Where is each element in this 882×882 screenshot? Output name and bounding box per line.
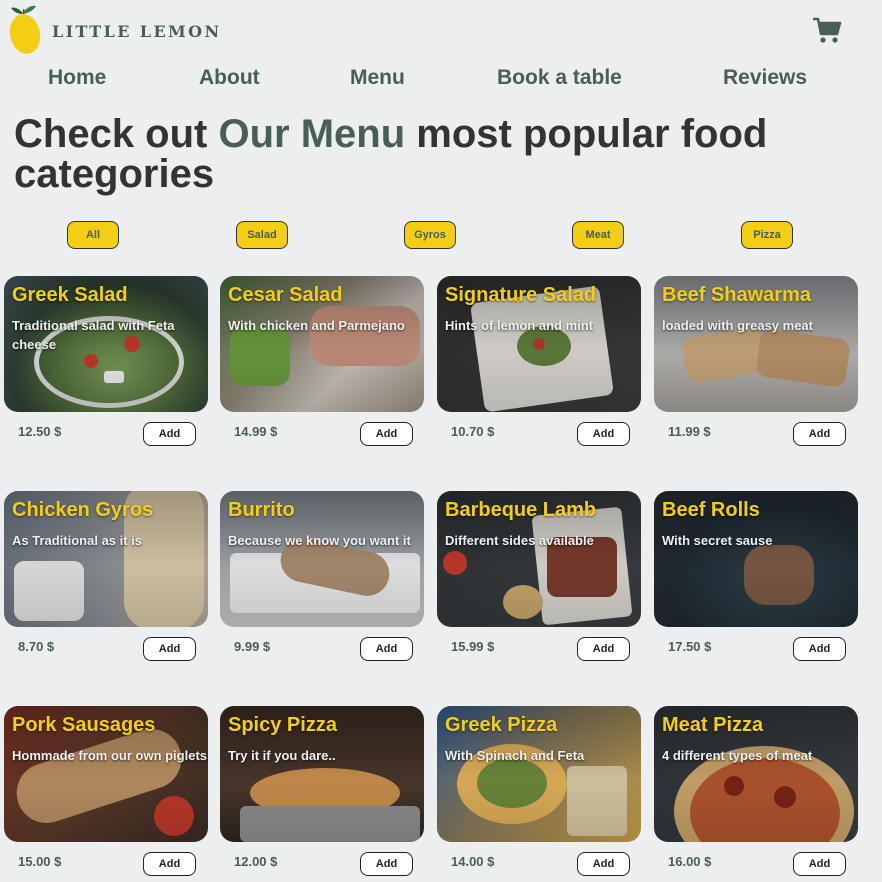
menu-card-beef-rolls[interactable]: Beef Rolls With secret sause (654, 491, 858, 627)
add-button-chicken-gyros[interactable]: Add (143, 637, 196, 661)
add-button-beef-rolls[interactable]: Add (793, 637, 846, 661)
menu-card-title: Burrito (228, 499, 295, 521)
menu-price: 14.99 $ (234, 424, 278, 439)
menu-card-description: Different sides available (445, 533, 594, 548)
add-button-cesar-salad[interactable]: Add (360, 422, 413, 446)
menu-card-description: With chicken and Parmejano (228, 318, 405, 333)
menu-price: 12.00 $ (234, 854, 278, 869)
menu-card-pork-sausages[interactable]: Pork Sausages Hommade from our own pigle… (4, 706, 208, 842)
filter-gyros-button[interactable]: Gyros (404, 221, 456, 249)
headline-part-1: Check out (14, 112, 219, 156)
menu-card-description: Traditional salad with Feta cheese (12, 318, 175, 352)
filter-meat-button[interactable]: Meat (572, 221, 624, 249)
menu-card-burrito[interactable]: Burrito Because we know you want it (220, 491, 424, 627)
menu-card-barbeque-lamb[interactable]: Barbeque Lamb Different sides available (437, 491, 641, 627)
menu-card-description: Try it if you dare.. (228, 748, 336, 763)
menu-card-spicy-pizza[interactable]: Spicy Pizza Try it if you dare.. (220, 706, 424, 842)
menu-price: 15.99 $ (451, 639, 495, 654)
cart-icon[interactable] (812, 16, 842, 44)
menu-card-meat-pizza[interactable]: Meat Pizza 4 different types of meat (654, 706, 858, 842)
nav-menu[interactable]: Menu (350, 66, 405, 90)
menu-price: 15.00 $ (18, 854, 62, 869)
menu-card-beef-shawarma[interactable]: Beef Shawarma loaded with greasy meat (654, 276, 858, 412)
menu-card-cesar-salad[interactable]: Cesar Salad With chicken and Parmejano (220, 276, 424, 412)
menu-card-title: Signature Salad (445, 284, 597, 306)
add-button-signature-salad[interactable]: Add (577, 422, 630, 446)
nav-reviews[interactable]: Reviews (723, 66, 807, 90)
menu-card-title: Greek Salad (12, 284, 128, 306)
menu-card-description: With Spinach and Feta (445, 748, 585, 763)
add-button-pork-sausages[interactable]: Add (143, 852, 196, 876)
add-button-greek-pizza[interactable]: Add (577, 852, 630, 876)
filter-pizza-button[interactable]: Pizza (741, 221, 793, 249)
add-button-greek-salad[interactable]: Add (143, 422, 196, 446)
lemon-logo-icon (8, 4, 44, 56)
page-title: Check out Our Menu most popular food cat… (14, 114, 864, 194)
menu-price: 11.99 $ (668, 424, 711, 439)
add-button-beef-shawarma[interactable]: Add (793, 422, 846, 446)
menu-card-title: Meat Pizza (662, 714, 764, 736)
menu-card-title: Spicy Pizza (228, 714, 337, 736)
menu-card-title: Chicken Gyros (12, 499, 154, 521)
menu-card-title: Barbeque Lamb (445, 499, 597, 521)
add-button-spicy-pizza[interactable]: Add (360, 852, 413, 876)
nav-about[interactable]: About (199, 66, 260, 90)
menu-card-description: With secret sause (662, 533, 773, 548)
headline-accent: Our Menu (218, 112, 406, 156)
menu-card-title: Beef Shawarma (662, 284, 811, 306)
menu-card-description: As Traditional as it is (12, 533, 143, 548)
main-nav: Home About Menu Book a table Reviews (0, 66, 882, 92)
add-button-meat-pizza[interactable]: Add (793, 852, 846, 876)
filter-salad-button[interactable]: Salad (236, 221, 288, 249)
menu-price: 12.50 $ (18, 424, 62, 439)
menu-card-greek-salad[interactable]: Greek Salad Traditional salad with Feta … (4, 276, 208, 412)
menu-card-description: Hommade from our own piglets (12, 748, 208, 763)
menu-card-title: Greek Pizza (445, 714, 558, 736)
menu-card-title: Pork Sausages (12, 714, 156, 736)
menu-card-signature-salad[interactable]: Signature Salad Hints of lemon and mint (437, 276, 641, 412)
menu-card-description: Because we know you want it (228, 533, 411, 548)
menu-card-description: loaded with greasy meat (662, 318, 813, 333)
menu-price: 14.00 $ (451, 854, 495, 869)
menu-card-title: Beef Rolls (662, 499, 760, 521)
brand-logo[interactable]: LITTLE LEMON (8, 4, 222, 56)
menu-card-title: Cesar Salad (228, 284, 343, 306)
menu-price: 16.00 $ (668, 854, 712, 869)
menu-card-description: Hints of lemon and mint (445, 318, 594, 333)
brand-name: LITTLE LEMON (52, 21, 222, 41)
filter-all-button[interactable]: All (67, 221, 119, 249)
menu-price: 10.70 $ (451, 424, 495, 439)
menu-price: 8.70 $ (18, 639, 55, 654)
add-button-burrito[interactable]: Add (360, 637, 413, 661)
menu-price: 17.50 $ (668, 639, 712, 654)
add-button-barbeque-lamb[interactable]: Add (577, 637, 630, 661)
menu-card-description: 4 different types of meat (662, 748, 813, 763)
menu-price: 9.99 $ (234, 639, 271, 654)
menu-card-greek-pizza[interactable]: Greek Pizza With Spinach and Feta (437, 706, 641, 842)
nav-home[interactable]: Home (48, 66, 106, 90)
nav-book-a-table[interactable]: Book a table (497, 66, 622, 90)
menu-card-chicken-gyros[interactable]: Chicken Gyros As Traditional as it is (4, 491, 208, 627)
